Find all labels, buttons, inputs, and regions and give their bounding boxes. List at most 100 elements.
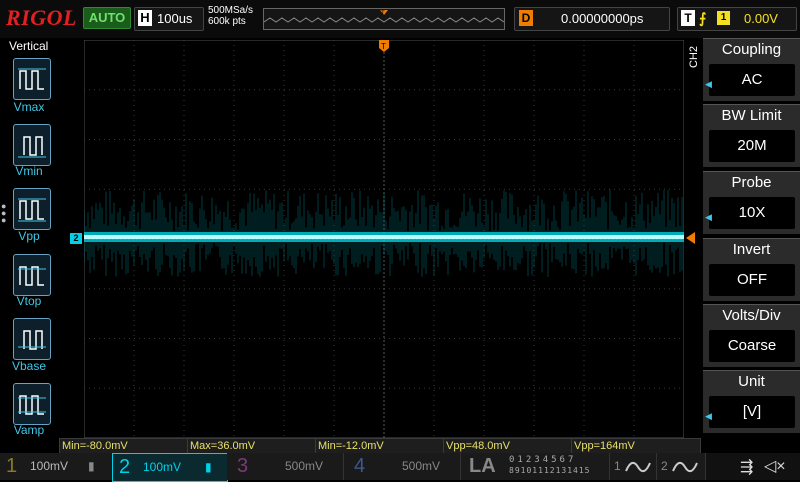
vamp-button[interactable] — [13, 383, 51, 425]
vmin-label: Vmin — [15, 164, 43, 178]
la-digit: 14 — [567, 466, 579, 475]
trigger-source: 1 — [717, 11, 730, 25]
menu-title: BW Limit — [721, 107, 782, 124]
memory-position-bar[interactable]: T — [263, 8, 505, 30]
channel-2-tab[interactable]: 2 100mV ▮ — [112, 453, 228, 482]
channel-number: 4 — [354, 455, 366, 477]
la-digit: 1 — [517, 455, 526, 465]
channel-scale: 100mV — [143, 460, 182, 474]
channel-number: 3 — [237, 455, 249, 477]
measurement-readout: Max=36.0mV — [187, 438, 317, 454]
vamp-icon — [18, 395, 46, 415]
vmax-button[interactable] — [13, 58, 51, 100]
delay-letter: D — [519, 10, 533, 26]
trigger-level-marker[interactable] — [686, 232, 695, 244]
la-digit: 10 — [520, 466, 533, 475]
brand-logo: RIGOL — [6, 5, 77, 30]
waveform-graticule[interactable]: T — [84, 40, 684, 438]
la-digit: 13 — [555, 466, 568, 475]
la-digit: 12 — [543, 466, 556, 475]
la-digit: 4 — [542, 455, 552, 465]
logic-analyzer-tab[interactable]: LA 01234567 89101112131415 — [461, 453, 610, 480]
top-status-bar: RIGOL AUTO H 100us 500MSa/s 600k pts T D… — [0, 0, 800, 38]
vtop-icon — [18, 266, 46, 286]
menu-volts-div[interactable]: Volts/Div Coarse — [703, 304, 800, 367]
la-channels-bottom: 89101112131415 — [509, 466, 591, 475]
menu-title: Probe — [731, 174, 772, 191]
vmax-label: Vmax — [13, 100, 45, 114]
menu-unit[interactable]: Unit [V] ◀ — [703, 370, 800, 433]
channel-4-tab[interactable]: 4 500mV — [344, 453, 461, 480]
vpp-label: Vpp — [18, 229, 40, 243]
la-channels-top: 01234567 — [509, 455, 576, 465]
menu-value: [V] — [709, 396, 795, 428]
la-digit: 11 — [532, 466, 544, 475]
trigger-letter: T — [681, 10, 695, 26]
dc-coupling-icon: ▮ — [88, 459, 95, 473]
vpp-icon — [18, 198, 46, 222]
channel-3-tab[interactable]: 3 500mV — [227, 453, 344, 480]
menu-title: Invert — [732, 241, 771, 258]
trigger-readout[interactable]: T ⨍ 1 0.00V — [677, 7, 797, 31]
measurement-readout: Vpp=164mV — [571, 438, 701, 454]
source-2-icon: 2 — [661, 459, 668, 473]
menu-value: 10X — [709, 197, 795, 229]
trigger-level: 0.00V — [744, 11, 778, 26]
la-digit: 2 — [525, 455, 535, 465]
vamp-label: Vamp — [13, 423, 45, 437]
measurement-readout: Vpp=48.0mV — [443, 438, 573, 454]
memory-depth: 600k pts — [208, 16, 246, 27]
left-arrow-icon: ◀ — [705, 79, 712, 89]
ch2-offset-marker[interactable]: 2 — [70, 233, 82, 244]
menu-title: Coupling — [721, 41, 782, 58]
la-digit: 7 — [567, 455, 577, 465]
vmin-button[interactable] — [13, 124, 51, 166]
menu-value: OFF — [709, 264, 795, 296]
channel-menu: Coupling AC ◀ BW Limit 20M Probe 10X ◀ I… — [703, 38, 800, 438]
timebase-value: 100us — [157, 11, 193, 26]
la-digit: 3 — [534, 455, 543, 465]
vtop-button[interactable] — [13, 254, 51, 296]
run-state-button[interactable]: AUTO — [83, 7, 131, 29]
vtop-label: Vtop — [16, 294, 42, 308]
la-digit: 5 — [551, 455, 560, 465]
menu-title: Unit — [738, 373, 765, 390]
usb-icon: ⇶ — [740, 459, 754, 476]
measurement-readout: Min=-80.0mV — [59, 438, 189, 454]
menu-invert[interactable]: Invert OFF — [703, 238, 800, 301]
delay-readout[interactable]: D 0.00000000ps — [514, 7, 670, 31]
channel-1-tab[interactable]: 1 100mV ▮ — [0, 453, 113, 480]
panel-handle-left[interactable]: ● ● ● — [1, 202, 6, 225]
channel-number: 2 — [119, 456, 131, 478]
channel-scale: 500mV — [285, 459, 324, 473]
rising-edge-icon: ⨍ — [699, 10, 707, 26]
waveform-highlight — [84, 235, 684, 239]
channel-number: 1 — [6, 455, 18, 477]
menu-bw-limit[interactable]: BW Limit 20M — [703, 104, 800, 167]
menu-coupling[interactable]: Coupling AC ◀ — [703, 38, 800, 101]
acquisition-info: 500MSa/s 600k pts — [208, 5, 253, 27]
vpp-button[interactable] — [13, 188, 51, 230]
channel-scale: 500mV — [402, 459, 441, 473]
la-digit: 6 — [559, 455, 568, 465]
measure-category-label: Vertical — [9, 39, 49, 53]
horizontal-letter: H — [138, 10, 152, 26]
svg-text:T: T — [381, 42, 386, 51]
memory-overview-icon: T — [263, 10, 505, 23]
source-1-icon: 1 — [614, 459, 621, 473]
source-1-tab[interactable]: 1 — [610, 453, 657, 480]
delay-value: 0.00000000ps — [561, 11, 644, 26]
svg-text:T: T — [381, 11, 385, 17]
vmax-icon — [18, 68, 46, 90]
vbase-label: Vbase — [11, 359, 47, 373]
vmin-icon — [18, 136, 46, 158]
ac-coupling-icon: ▮ — [205, 460, 212, 474]
vbase-icon — [18, 330, 46, 350]
source-2-tab[interactable]: 2 — [657, 453, 706, 480]
speaker-mute-icon[interactable]: ◁× — [764, 456, 786, 476]
horizontal-timebase[interactable]: H 100us — [134, 7, 204, 31]
measurement-readout: Min=-12.0mV — [315, 438, 445, 454]
vbase-button[interactable] — [13, 318, 51, 360]
menu-value: Coarse — [709, 330, 795, 362]
menu-probe[interactable]: Probe 10X ◀ — [703, 171, 800, 234]
